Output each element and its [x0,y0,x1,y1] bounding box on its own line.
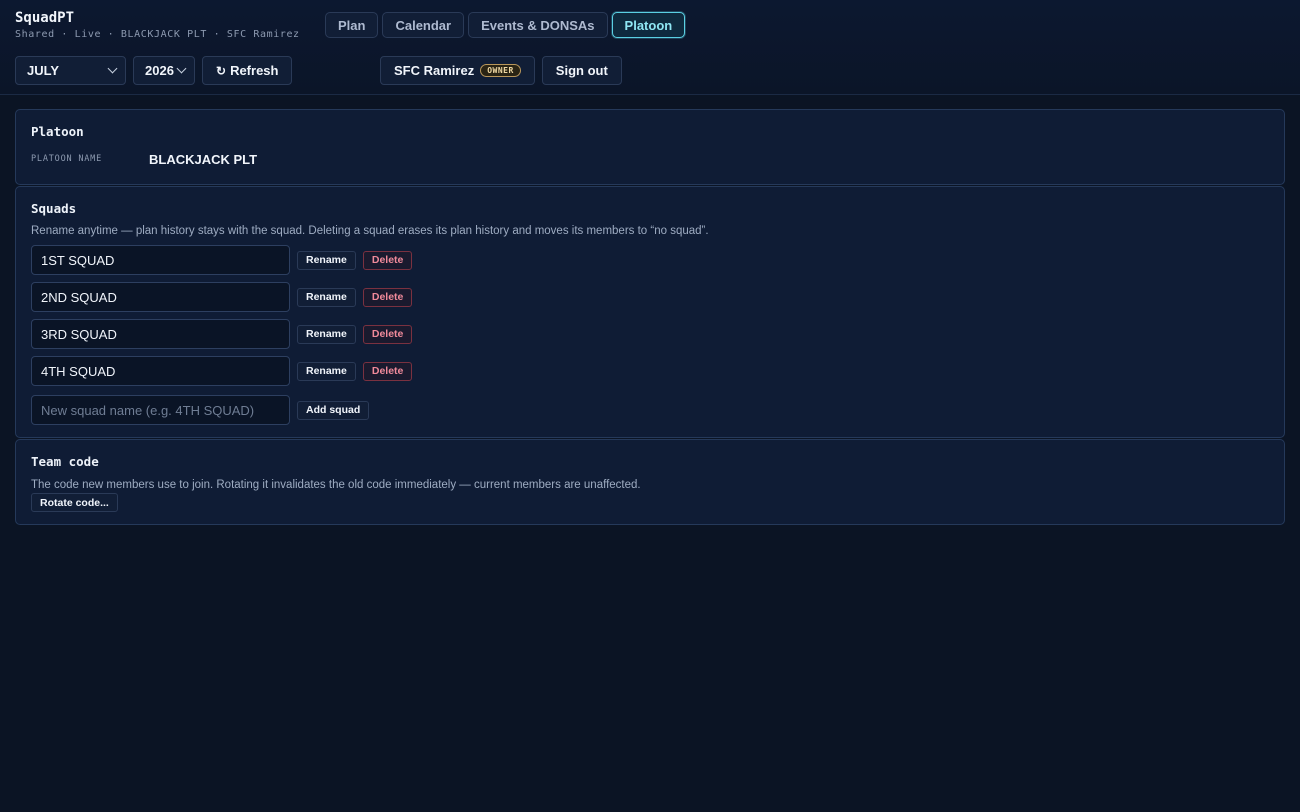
nav-tabs: Plan Calendar Events & DONSAs Platoon [325,12,686,38]
app-header: SquadPT Shared · Live · BLACKJACK PLT · … [0,0,1300,95]
squad-name-input[interactable]: 3RD SQUAD [31,319,290,349]
tab-plan[interactable]: Plan [325,12,379,38]
team-code-title: Team code [31,454,99,469]
year-select[interactable]: 2026 [133,56,195,85]
delete-squad-button[interactable]: Delete [362,324,413,344]
tab-events-donsas[interactable]: Events & DONSAs [468,12,608,38]
squad-name-input[interactable]: 4TH SQUAD [31,356,290,386]
delete-squad-button[interactable]: Delete [362,250,413,270]
user-area: SFC Ramirez OWNER Sign out [380,56,622,85]
role-badge: OWNER [480,64,521,77]
delete-squad-button[interactable]: Delete [362,287,413,307]
squad-row: 3RD SQUAD Rename Delete [31,319,413,349]
delete-squad-button[interactable]: Delete [362,361,413,381]
new-squad-row: New squad name (e.g. 4TH SQUAD) Add squa… [31,395,370,425]
user-chip[interactable]: SFC Ramirez OWNER [380,56,535,85]
platoon-card: Platoon PLATOON NAME BLACKJACK PLT [15,109,1285,185]
tab-calendar[interactable]: Calendar [382,12,465,38]
rename-squad-button[interactable]: Rename [297,324,356,344]
squad-row: 4TH SQUAD Rename Delete [31,356,413,386]
sign-out-button[interactable]: Sign out [541,56,622,85]
refresh-label: Refresh [230,63,279,78]
app-subtitle: Shared · Live · BLACKJACK PLT · SFC Rami… [15,29,300,40]
squad-row: 1ST SQUAD Rename Delete [31,245,413,275]
month-select-value: JULY [27,63,60,78]
team-code-description: The code new members use to join. Rotati… [31,479,641,491]
year-select-value: 2026 [145,63,174,78]
rename-squad-button[interactable]: Rename [297,361,356,381]
squad-name-input[interactable]: 1ST SQUAD [31,245,290,275]
period-controls: JULY 2026 ↻ Refresh [15,56,293,85]
squads-description: Rename anytime — plan history stays with… [31,225,709,237]
rename-squad-button[interactable]: Rename [297,287,356,307]
month-select[interactable]: JULY [15,56,126,85]
brand: SquadPT Shared · Live · BLACKJACK PLT · … [15,9,300,40]
squad-name-input[interactable]: 2ND SQUAD [31,282,290,312]
platoon-card-title: Platoon [31,124,84,139]
add-squad-button[interactable]: Add squad [297,400,370,420]
platoon-name-value: BLACKJACK PLT [149,152,258,167]
refresh-button[interactable]: ↻ Refresh [202,56,293,85]
squads-card-title: Squads [31,201,77,216]
platoon-name-label: PLATOON NAME [31,154,103,164]
squads-card: Squads Rename anytime — plan history sta… [15,186,1285,438]
tab-platoon[interactable]: Platoon [611,12,686,38]
squad-row: 2ND SQUAD Rename Delete [31,282,413,312]
team-code-card: Team code The code new members use to jo… [15,439,1285,525]
chevron-down-icon [176,63,187,74]
rotate-code-button[interactable]: Rotate code... [31,493,118,512]
rename-squad-button[interactable]: Rename [297,250,356,270]
chevron-down-icon [107,63,118,74]
refresh-icon: ↻ [216,63,227,78]
user-name: SFC Ramirez [394,63,475,78]
new-squad-input[interactable]: New squad name (e.g. 4TH SQUAD) [31,395,290,425]
app-title: SquadPT [15,10,75,26]
